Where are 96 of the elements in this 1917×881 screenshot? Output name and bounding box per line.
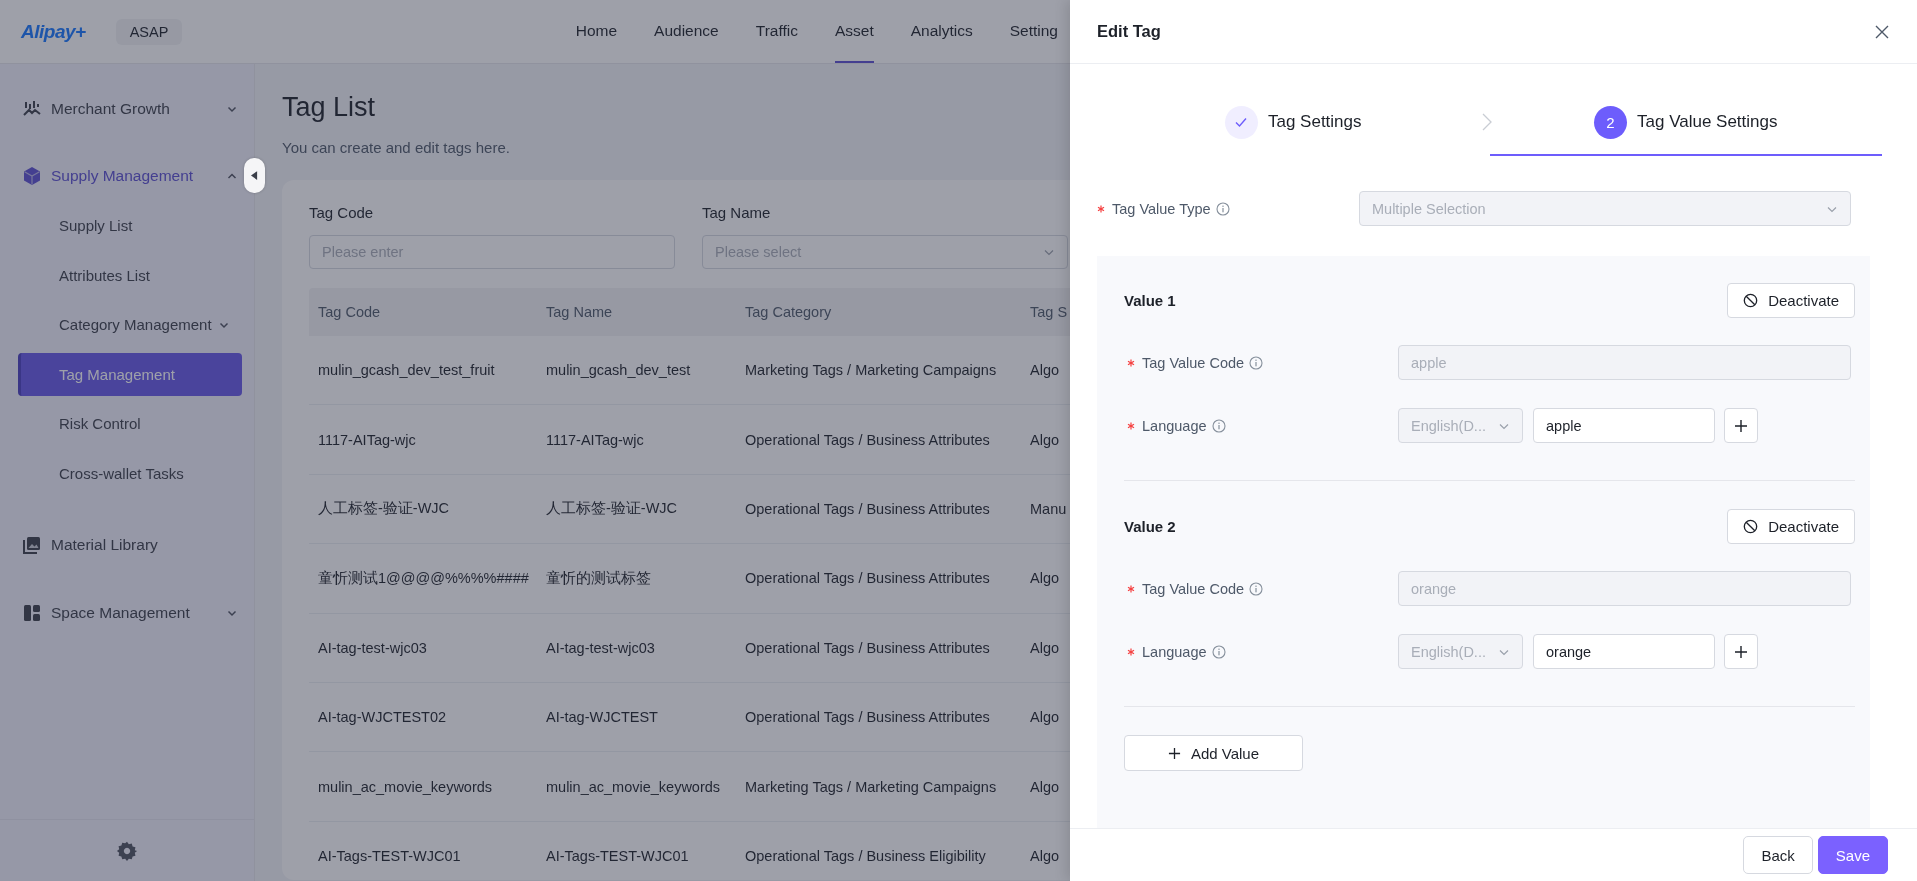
table-cell-text: mulin_gcash_dev_test: [545, 362, 692, 379]
deactivate-button[interactable]: Deactivate: [1727, 283, 1855, 318]
filter-label: Tag Code: [309, 204, 375, 221]
page-title: Tag List: [282, 92, 377, 123]
plus-icon: [1734, 644, 1748, 659]
table-cell-text: 人工标签-验证-WJC: [317, 499, 451, 519]
drawer-title: Edit Tag: [1097, 22, 1161, 41]
table-cell-text: Algo: [1029, 778, 1061, 795]
sidebar-subitem[interactable]: Risk Control: [18, 402, 242, 445]
table-cell-text: Operational Tags / Business Attributes: [744, 431, 991, 448]
value-title: Value 1: [1124, 292, 1176, 309]
chevron-right-icon: [1481, 113, 1492, 131]
table-cell-text: Operational Tags / Business Eligibility: [744, 847, 987, 864]
sidebar-subitem[interactable]: Cross-wallet Tasks: [18, 451, 242, 495]
table-cell-text: Operational Tags / Business Attributes: [744, 570, 991, 587]
info-icon: [1249, 581, 1264, 596]
collapse-button[interactable]: [244, 158, 265, 193]
info-icon: [1215, 201, 1230, 216]
input-field[interactable]: orange: [1533, 634, 1715, 669]
table-cell-text: Manu: [1029, 500, 1068, 517]
table-cell-text: 1117-AITag-wjc: [545, 431, 645, 448]
form-label: Language: [1124, 643, 1389, 660]
table-cell-text: Algo: [1029, 431, 1061, 448]
form-label: Language: [1124, 417, 1389, 434]
deactivate-button[interactable]: Deactivate: [1727, 509, 1855, 544]
step-tab[interactable]: Tag Settings: [1097, 90, 1490, 156]
table-cell-text: Algo: [1029, 639, 1061, 656]
table-cell-text: Algo: [1029, 709, 1061, 726]
check-icon: [1234, 115, 1249, 129]
input-field[interactable]: apple: [1533, 408, 1715, 443]
table-cell-text: Marketing Tags / Marketing Campaigns: [744, 778, 998, 795]
table-cell-text: Algo: [1029, 362, 1061, 379]
form-label: Tag Value Code: [1124, 354, 1389, 371]
plus-icon: [1734, 418, 1748, 433]
table-cell-text: Algo: [1029, 847, 1061, 864]
sidebar-subitem[interactable]: Category Management: [18, 303, 242, 346]
column-header: Tag Code: [317, 304, 382, 320]
layout-icon: [22, 602, 42, 623]
table-cell-text: Marketing Tags / Marketing Campaigns: [744, 362, 998, 379]
add-value-button[interactable]: Add Value: [1124, 735, 1303, 771]
sidebar-subitem[interactable]: Supply List: [18, 204, 242, 247]
sidebar-subitem[interactable]: Tag Management: [18, 352, 242, 396]
table-cell-text: 童忻测试1@@@@%%%%####: [317, 568, 530, 588]
table-cell-text: 1117-AITag-wjc: [317, 431, 417, 448]
table-cell-text: AI-Tags-TEST-WJC01: [545, 847, 690, 864]
workspace-chip[interactable]: ASAP: [115, 18, 183, 45]
save-button[interactable]: Save: [1817, 836, 1888, 874]
nav-tab[interactable]: Home: [575, 0, 618, 63]
table-cell-text: 人工标签-验证-WJC: [545, 499, 679, 519]
table-cell-text: Operational Tags / Business Attributes: [744, 709, 991, 726]
table-cell-text: AI-tag-WJCTEST: [545, 709, 659, 726]
info-icon: [1249, 355, 1264, 370]
plus-icon: [1167, 746, 1181, 760]
settings-icon[interactable]: [116, 839, 138, 862]
info-icon: [1211, 418, 1226, 433]
add-button[interactable]: [1724, 408, 1758, 443]
table-cell-text: mulin_gcash_dev_test_fruit: [317, 362, 496, 379]
logo[interactable]: Alipay+: [21, 20, 86, 43]
table-cell-text: mulin_ac_movie_keywords: [317, 778, 494, 795]
table-cell-text: AI-tag-test-wjc03: [317, 639, 428, 656]
column-header: Tag Category: [744, 304, 833, 320]
table-cell-text: Operational Tags / Business Attributes: [744, 500, 991, 517]
sidebar-item[interactable]: Material Library: [22, 524, 238, 565]
ban-icon: [1743, 293, 1759, 308]
table-cell-text: Algo: [1029, 570, 1061, 587]
step-tab[interactable]: 2 Tag Value Settings: [1489, 90, 1882, 156]
page-subtitle: You can create and edit tags here.: [282, 139, 511, 156]
table-cell-text: mulin_ac_movie_keywords: [545, 778, 722, 795]
table-cell-text: AI-tag-WJCTEST02: [317, 709, 448, 726]
table-cell-text: 童忻的测试标签: [545, 568, 652, 588]
close-icon[interactable]: [1875, 24, 1889, 39]
gallery-icon: [22, 534, 42, 555]
nav-tab[interactable]: Audience: [654, 0, 719, 63]
cube-icon: [22, 166, 42, 186]
sidebar-item[interactable]: Supply Management: [22, 156, 238, 196]
value-title: Value 2: [1124, 518, 1176, 535]
nav-tab[interactable]: Analytics: [910, 0, 973, 63]
form-label: Tag Value Type: [1097, 200, 1350, 217]
triangle-left-icon: [251, 171, 258, 180]
table-cell-text: Operational Tags / Business Attributes: [744, 639, 991, 656]
table-cell-text: AI-tag-test-wjc03: [545, 639, 656, 656]
add-button[interactable]: [1724, 634, 1758, 669]
back-button[interactable]: Back: [1743, 836, 1813, 874]
nav-tab[interactable]: Traffic: [755, 0, 798, 63]
sidebar-item[interactable]: Merchant Growth: [22, 89, 238, 129]
info-icon: [1211, 644, 1226, 659]
column-header: Tag Name: [545, 304, 614, 320]
sidebar-item[interactable]: Space Management: [22, 592, 238, 633]
ban-icon: [1743, 519, 1759, 534]
filter-label: Tag Name: [702, 204, 772, 221]
sidebar-subitem[interactable]: Attributes List: [18, 253, 242, 297]
table-cell-text: AI-Tags-TEST-WJC01: [317, 847, 462, 864]
form-label: Tag Value Code: [1124, 580, 1389, 597]
nav-tab[interactable]: Asset: [834, 0, 874, 63]
column-header: Tag S: [1029, 304, 1069, 320]
nav-tab[interactable]: Setting: [1009, 0, 1058, 63]
